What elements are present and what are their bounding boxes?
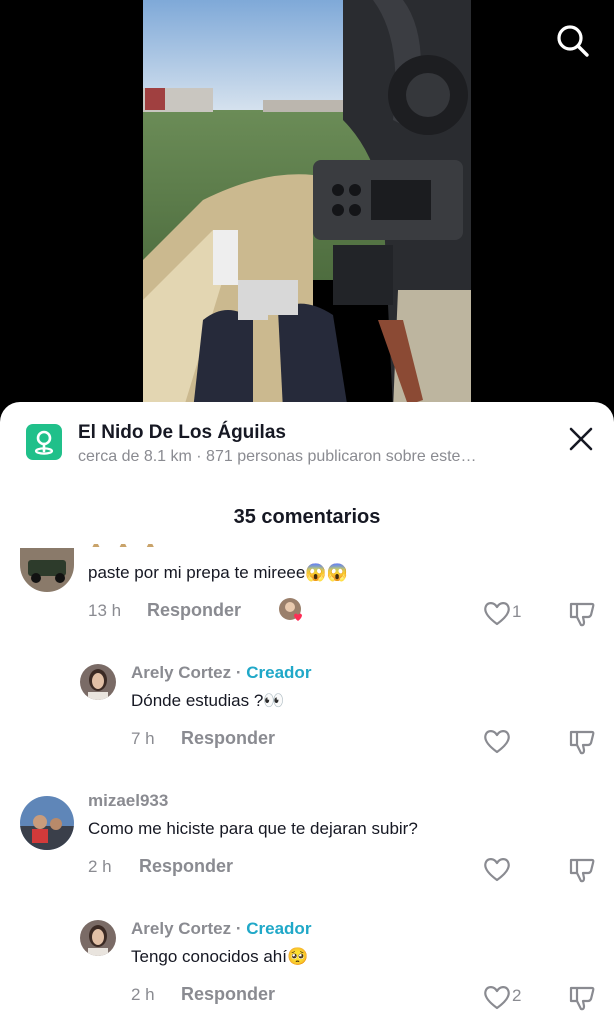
video-player[interactable] <box>0 0 614 430</box>
location-title: El Nido De Los Águilas <box>78 422 286 443</box>
search-icon <box>557 25 589 57</box>
heart-outline-icon <box>484 602 510 626</box>
creator-badge: Creador <box>246 663 312 682</box>
liked-by-creator-badge <box>278 597 306 625</box>
comment-username[interactable]: Arely Cortez · Creador <box>131 919 311 939</box>
comments-count: 35 comentarios <box>233 506 381 528</box>
comment-text: Tengo conocidos ahí🥺 <box>131 947 309 966</box>
comment-time: 7 h <box>131 729 155 748</box>
search-button[interactable] <box>552 20 592 60</box>
comment-text: Como me hiciste para que te dejaran subi… <box>88 819 418 838</box>
thumbs-down-icon <box>569 602 595 627</box>
video-thumbnail[interactable] <box>143 0 471 410</box>
comment-item: ▲ ▲ ▲ paste por mi prepa te mireee😱😱 13 … <box>0 544 614 664</box>
avatar[interactable] <box>80 664 116 700</box>
comment-item: Arely Cortez · Creador Tengo conocidos a… <box>0 910 614 1024</box>
comments-sheet: El Nido De Los Águilas cerca de 8.1 km ·… <box>0 402 614 1024</box>
comments-list[interactable]: ▲ ▲ ▲ paste por mi prepa te mireee😱😱 13 … <box>0 544 614 1024</box>
thumbs-down-icon <box>569 858 595 883</box>
heart-outline-icon <box>484 730 510 754</box>
close-icon <box>569 427 593 451</box>
avatar[interactable] <box>80 920 116 956</box>
like-button[interactable] <box>482 855 512 883</box>
dislike-button[interactable] <box>567 598 597 628</box>
reply-button[interactable]: Responder <box>181 728 275 749</box>
comment-time: 2 h <box>131 985 155 1004</box>
avatar[interactable] <box>20 796 74 850</box>
thumbs-down-icon <box>569 986 595 1011</box>
comment-item: mizael933 Como me hiciste para que te de… <box>0 782 614 902</box>
heart-outline-icon <box>484 858 510 882</box>
creator-badge: Creador <box>246 919 312 938</box>
dislike-button[interactable] <box>567 982 597 1012</box>
comment-time: 13 h <box>88 601 122 620</box>
separator-dot: · <box>231 919 247 938</box>
location-subtitle: cerca de 8.1 km · 871 personas publicaro… <box>78 448 477 465</box>
separator-dot: · <box>231 663 247 682</box>
comment-username[interactable]: Arely Cortez · Creador <box>131 663 311 683</box>
reply-button[interactable]: Responder <box>181 984 275 1005</box>
like-button[interactable] <box>482 599 512 627</box>
comment-text: Dónde estudias ?👀 <box>131 691 285 710</box>
comment-item: Arely Cortez · Creador Dónde estudias ?👀… <box>0 654 614 774</box>
reply-button[interactable]: Responder <box>139 856 233 877</box>
thumbs-down-icon <box>569 730 595 755</box>
map-pin-icon <box>26 424 62 460</box>
close-button[interactable] <box>566 424 596 454</box>
comment-time: 2 h <box>88 857 112 876</box>
truncated-emoji-row: ▲ ▲ ▲ <box>90 544 162 550</box>
comment-username[interactable]: mizael933 <box>88 791 168 811</box>
avatar[interactable] <box>20 548 74 592</box>
username-text: Arely Cortez <box>131 663 232 682</box>
reply-button[interactable]: Responder <box>147 600 241 621</box>
helicopter-cockpit-image <box>143 0 471 410</box>
username-text: Arely Cortez <box>131 919 232 938</box>
like-button[interactable] <box>482 983 512 1011</box>
like-count: 1 <box>512 602 522 621</box>
comment-text: paste por mi prepa te mireee😱😱 <box>88 563 348 582</box>
heart-outline-icon <box>484 986 510 1010</box>
dislike-button[interactable] <box>567 854 597 884</box>
location-banner[interactable]: El Nido De Los Águilas cerca de 8.1 km ·… <box>0 402 614 478</box>
like-count: 2 <box>512 986 522 1005</box>
dislike-button[interactable] <box>567 726 597 756</box>
like-button[interactable] <box>482 727 512 755</box>
